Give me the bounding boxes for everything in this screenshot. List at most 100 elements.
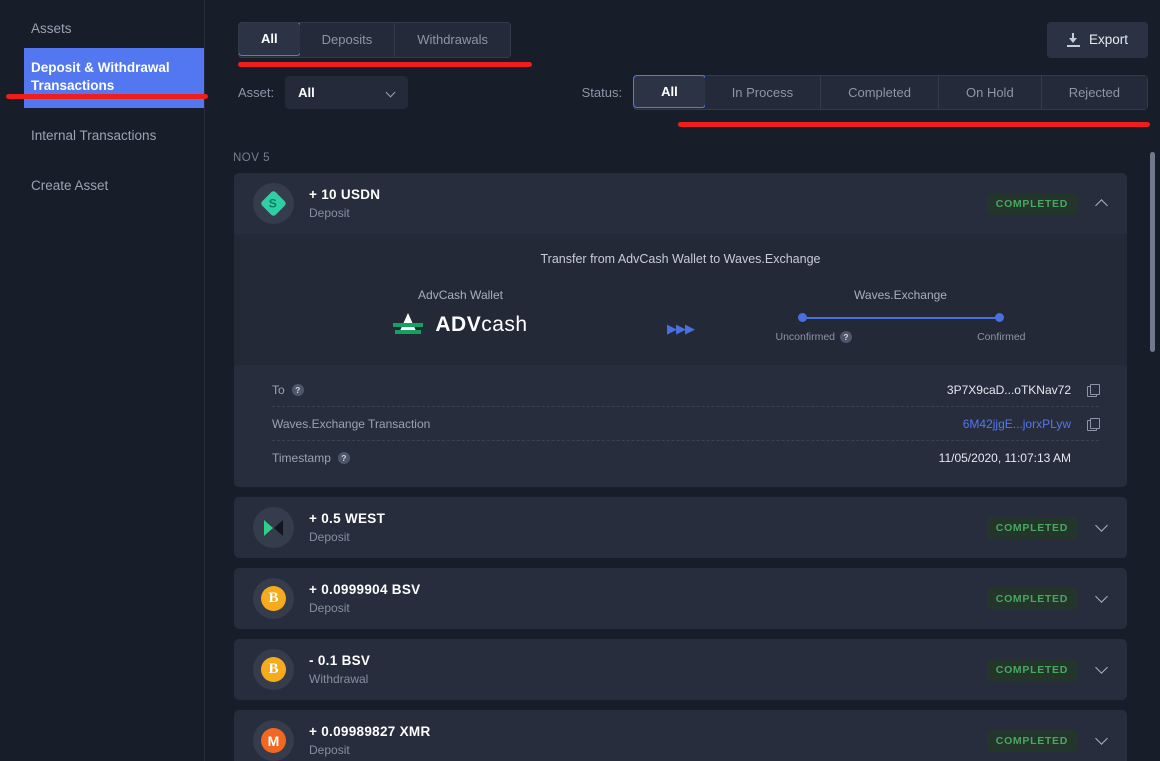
transfer-diagram-title: Transfer from AdvCash Wallet to Waves.Ex… — [540, 252, 821, 266]
detail-row-timestamp: Timestamp ? 11/05/2020, 11:07:13 AM — [272, 441, 1099, 475]
transaction-row[interactable]: M + 0.09989827 XMR Deposit COMPLETED — [234, 710, 1127, 761]
transaction-info: + 0.09989827 XMR Deposit — [309, 724, 987, 757]
export-button-label: Export — [1088, 32, 1128, 47]
annotation-underline-tabs — [238, 62, 532, 67]
tab-withdrawals[interactable]: Withdrawals — [395, 22, 510, 57]
status-filter-completed[interactable]: Completed — [821, 75, 939, 109]
transaction-detail-panel: Transfer from AdvCash Wallet to Waves.Ex… — [234, 234, 1127, 487]
app-root: Assets Deposit & Withdrawal Transactions… — [0, 0, 1160, 761]
sidebar-item-internal-transactions[interactable]: Internal Transactions — [0, 117, 204, 155]
sidebar-divider — [0, 155, 204, 167]
tab-all[interactable]: All — [239, 22, 301, 56]
annotation-underline-status — [678, 122, 1150, 127]
transaction-card: S + 10 USDN Deposit COMPLETED Transfer f… — [234, 173, 1127, 487]
advcash-mark-icon — [393, 313, 424, 337]
transaction-info: - 0.1 BSV Withdrawal — [309, 653, 987, 686]
transaction-info: + 0.0999904 BSV Deposit — [309, 582, 987, 615]
transfer-destination: Waves.Exchange Unconfirmed ? Confirmed — [736, 288, 1066, 343]
detail-key: To ? — [272, 383, 947, 397]
asset-filter-label: Asset: — [238, 84, 275, 100]
transaction-card: M + 0.09989827 XMR Deposit COMPLETED — [234, 710, 1127, 761]
transaction-detail-table: To ? 3P7X9caD...oTKNav72 Waves.Exchange … — [234, 365, 1127, 487]
transfer-dest-caption: Waves.Exchange — [854, 288, 947, 302]
transaction-amount: + 10 USDN — [309, 187, 381, 202]
status-filter-rejected[interactable]: Rejected — [1041, 75, 1147, 109]
sidebar-item-label: Assets — [31, 21, 72, 36]
transaction-type: Deposit — [309, 601, 350, 615]
progress-start-label: Unconfirmed ? — [776, 331, 853, 343]
sidebar-item-label: Create Asset — [31, 177, 109, 193]
xmr-coin-icon: M — [253, 720, 294, 761]
export-button[interactable]: Export — [1046, 21, 1148, 58]
transfer-source: AdvCash Wallet ADVcash — [296, 288, 626, 337]
transaction-type: Withdrawal — [309, 672, 369, 686]
copy-icon[interactable] — [1087, 383, 1100, 397]
tab-deposits[interactable]: Deposits — [299, 22, 396, 57]
status-filter-on-hold[interactable]: On Hold — [938, 75, 1042, 109]
sidebar-item-label: Internal Transactions — [31, 127, 157, 143]
transfer-arrows-icon: ▶▶▶ — [667, 321, 695, 336]
bsv-coin-icon: B — [253, 649, 294, 690]
progress-end-label: Confirmed — [977, 331, 1026, 343]
asset-select[interactable]: All — [285, 75, 409, 109]
transaction-info: + 0.5 WEST Deposit — [309, 511, 987, 544]
chevron-down-icon[interactable] — [1095, 731, 1108, 745]
status-badge: COMPLETED — [986, 192, 1077, 215]
sidebar-item-label: Deposit & Withdrawal Transactions — [31, 60, 170, 94]
progress-dot-end — [994, 313, 1004, 322]
chevron-down-icon[interactable] — [1095, 589, 1108, 603]
detail-row-to: To ? 3P7X9caD...oTKNav72 — [272, 373, 1100, 407]
transaction-row[interactable]: B + 0.0999904 BSV Deposit COMPLETED — [234, 568, 1127, 629]
main-content: All Deposits Withdrawals Export Asset: A… — [205, 0, 1160, 761]
transaction-row[interactable]: S + 10 USDN Deposit COMPLETED — [234, 173, 1127, 234]
advcash-logo-light: cash — [481, 313, 528, 336]
transaction-card: + 0.5 WEST Deposit COMPLETED — [234, 497, 1127, 558]
advcash-logo: ADVcash — [296, 313, 626, 337]
transaction-card: B + 0.0999904 BSV Deposit COMPLETED — [234, 568, 1127, 629]
transaction-row[interactable]: B - 0.1 BSV Withdrawal COMPLETED — [234, 639, 1127, 700]
status-badge: COMPLETED — [986, 729, 1077, 752]
usdn-coin-icon: S — [253, 183, 294, 224]
chevron-down-icon[interactable] — [1095, 518, 1108, 532]
detail-row-transaction: Waves.Exchange Transaction 6M42jjgE...jo… — [272, 407, 1100, 441]
question-mark-icon[interactable]: ? — [840, 331, 853, 343]
transfer-diagram: Transfer from AdvCash Wallet to Waves.Ex… — [234, 234, 1127, 365]
transaction-card: B - 0.1 BSV Withdrawal COMPLETED — [234, 639, 1127, 700]
transaction-row[interactable]: + 0.5 WEST Deposit COMPLETED — [234, 497, 1127, 558]
status-filter-in-process[interactable]: In Process — [704, 75, 822, 109]
date-group-header: NOV 5 — [233, 152, 271, 164]
filter-bar: Asset: All Status: All In Process Comple… — [205, 62, 1160, 122]
transaction-amount: + 0.5 WEST — [309, 511, 386, 526]
status-badge: COMPLETED — [986, 516, 1077, 539]
transactions-list[interactable]: NOV 5 S + 10 USDN Deposit COMPLETED Tran… — [205, 140, 1160, 761]
chevron-down-icon[interactable] — [1095, 660, 1108, 674]
copy-icon[interactable] — [1087, 417, 1100, 431]
list-scrollbar[interactable] — [1150, 152, 1155, 352]
toolbar: All Deposits Withdrawals Export — [205, 0, 1160, 62]
transaction-type: Deposit — [309, 743, 350, 757]
detail-key: Timestamp ? — [272, 451, 939, 465]
question-mark-icon[interactable]: ? — [337, 452, 350, 464]
status-filter-all[interactable]: All — [633, 74, 706, 108]
transaction-info: + 10 USDN Deposit — [309, 187, 987, 220]
transaction-type-tabs: All Deposits Withdrawals — [238, 21, 511, 58]
transaction-amount: - 0.1 BSV — [309, 653, 371, 668]
status-filter-label: Status: — [581, 84, 623, 100]
sidebar-item-assets[interactable]: Assets — [0, 10, 204, 48]
detail-value-transaction-link[interactable]: 6M42jjgE...jorxPLyw — [963, 417, 1071, 431]
detail-key: Waves.Exchange Transaction — [272, 416, 431, 431]
chevron-up-icon[interactable] — [1095, 199, 1108, 212]
bsv-coin-icon: B — [253, 578, 294, 619]
question-mark-icon[interactable]: ? — [291, 383, 304, 396]
status-badge: COMPLETED — [986, 658, 1077, 681]
download-icon — [1066, 32, 1080, 47]
transaction-type: Deposit — [309, 530, 350, 544]
transfer-source-caption: AdvCash Wallet — [418, 288, 503, 302]
detail-value-address: 3P7X9caD...oTKNav72 — [946, 382, 1071, 397]
status-badge: COMPLETED — [986, 587, 1077, 610]
sidebar-item-create-asset[interactable]: Create Asset — [0, 167, 204, 205]
transaction-amount: + 0.0999904 BSV — [309, 582, 421, 597]
west-coin-icon — [253, 507, 294, 548]
transaction-amount: + 0.09989827 XMR — [309, 724, 431, 739]
detail-value-timestamp: 11/05/2020, 11:07:13 AM — [938, 451, 1071, 465]
